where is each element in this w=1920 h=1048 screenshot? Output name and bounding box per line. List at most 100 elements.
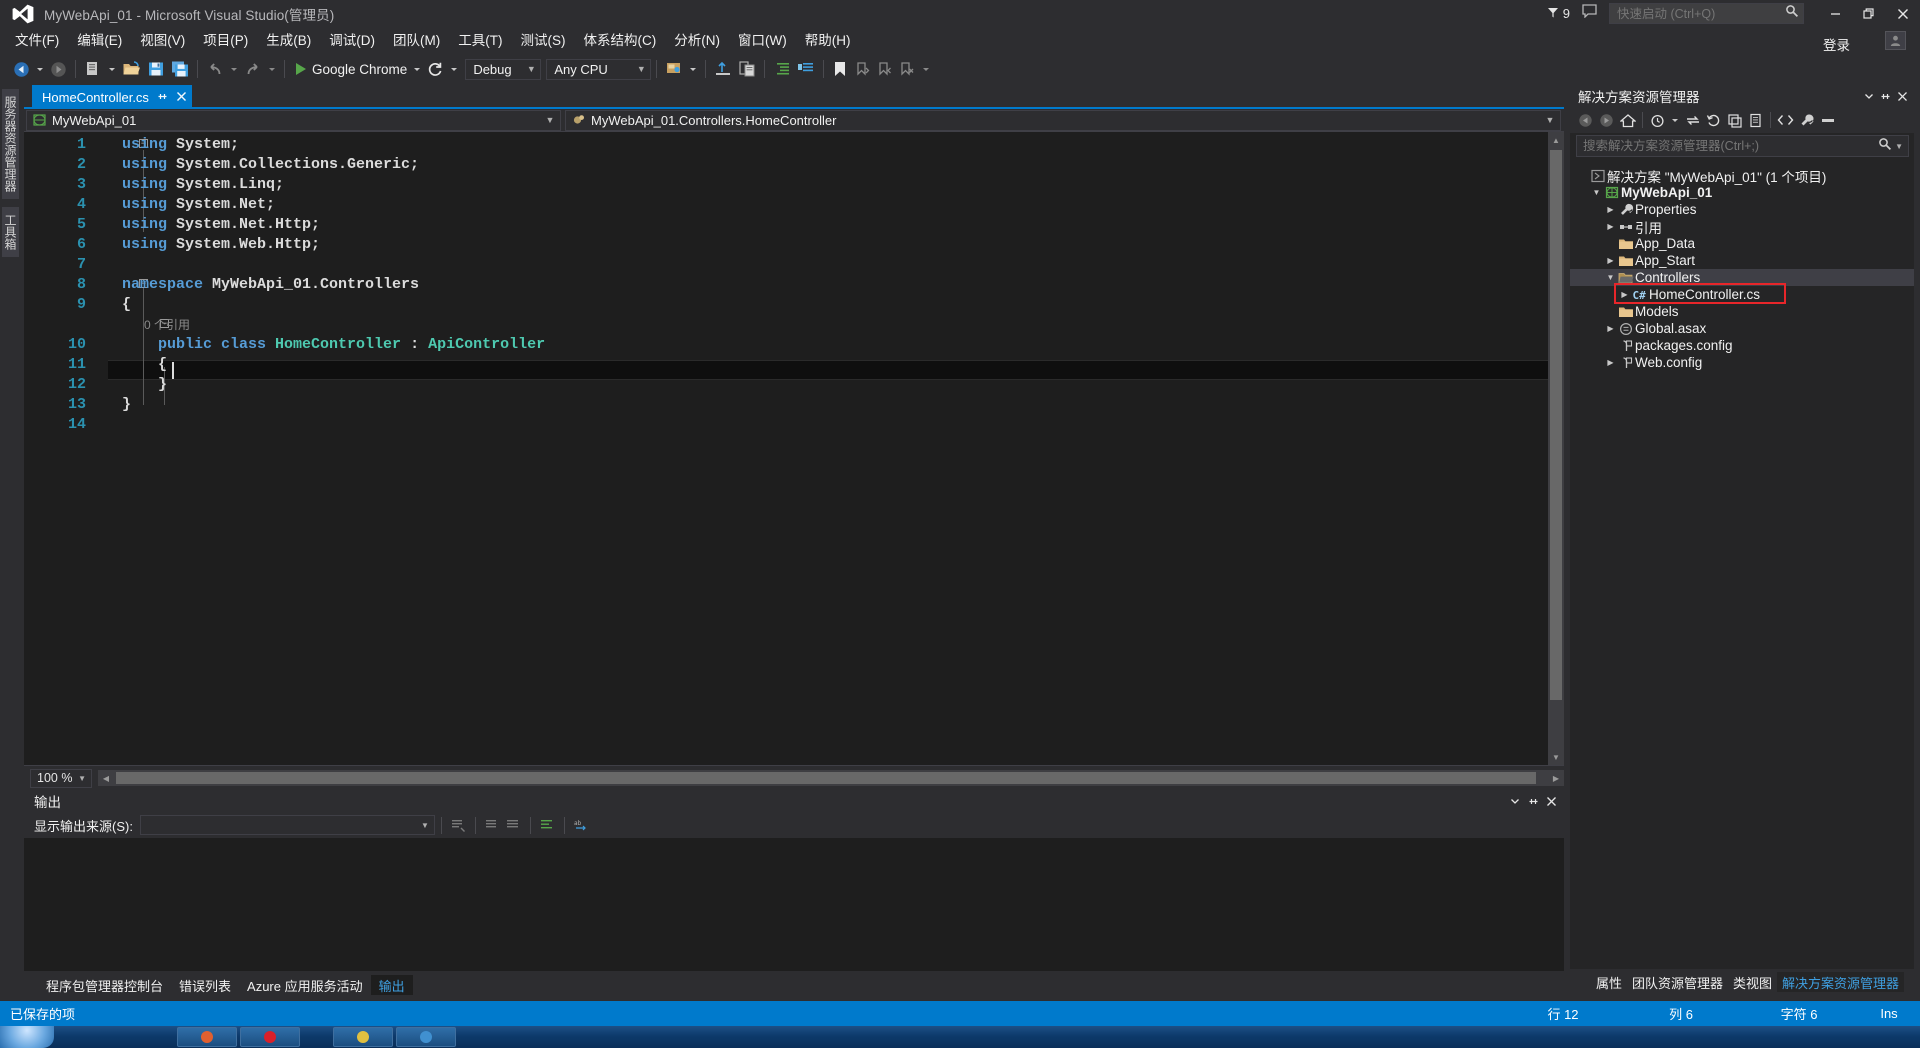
quick-launch-input[interactable] (1617, 6, 1785, 21)
preview-selected-items-icon[interactable] (1817, 110, 1838, 131)
feedback-icon[interactable] (1582, 4, 1597, 23)
code-lens-reference-count[interactable]: 0 个引用 (96, 315, 190, 335)
code-line[interactable]: 2 using System.Collections.Generic; (24, 155, 1564, 175)
expander-collapsed-icon[interactable]: ▶ (1618, 290, 1631, 299)
comment-selection-button[interactable] (735, 57, 759, 81)
bookmark-button[interactable] (829, 57, 851, 81)
open-file-button[interactable] (119, 57, 144, 81)
code-line[interactable]: 12 } (24, 375, 1564, 395)
code-line[interactable]: 1 using System; (24, 135, 1564, 155)
scroll-left-icon[interactable]: ◀ (98, 770, 114, 786)
tree-item-controllers[interactable]: ▼ Controllers (1570, 269, 1914, 286)
step-out-button[interactable] (711, 57, 735, 81)
clear-bookmarks-button[interactable] (895, 57, 917, 81)
expander-collapsed-icon[interactable]: ▶ (1604, 256, 1617, 265)
redo-button[interactable] (241, 57, 265, 81)
panel-tab-team-explorer[interactable]: 团队资源管理器 (1627, 972, 1728, 992)
output-tab-azure-activity[interactable]: Azure 应用服务活动 (239, 975, 371, 995)
menu-file[interactable]: 文件(F) (6, 28, 68, 53)
expander-collapsed-icon[interactable]: ▶ (1604, 205, 1617, 214)
scroll-right-icon[interactable]: ▶ (1548, 770, 1564, 786)
code-line[interactable]: 10 public class HomeController : ApiCont… (24, 335, 1564, 355)
previous-bookmark-button[interactable] (873, 57, 895, 81)
tree-item-models[interactable]: Models (1570, 303, 1914, 320)
output-close-icon[interactable] (1542, 791, 1560, 811)
save-button[interactable] (144, 57, 168, 81)
code-line[interactable]: 3 using System.Linq; (24, 175, 1564, 195)
menu-debug[interactable]: 调试(D) (320, 28, 384, 53)
solution-explorer-close-icon[interactable] (1894, 86, 1911, 106)
scroll-up-icon[interactable]: ▲ (1548, 132, 1564, 148)
pending-changes-dropdown-icon[interactable] (1672, 118, 1678, 122)
undo-button[interactable] (203, 57, 227, 81)
code-line[interactable]: 5 using System.Net.Http; (24, 215, 1564, 235)
menu-project[interactable]: 项目(P) (194, 28, 257, 53)
undo-dropdown-icon[interactable] (231, 67, 237, 71)
solution-tree[interactable]: 解决方案 "MyWebApi_01" (1 个项目) ▼ MyWebApi_01 ▶ P… (1570, 163, 1914, 969)
output-tab-output[interactable]: 输出 (370, 975, 413, 995)
platform-combo[interactable]: Any CPU ▼ (546, 58, 652, 80)
tree-item-global.asax[interactable]: ▶ Global.asax (1570, 320, 1914, 337)
panel-tab-solution-explorer[interactable]: 解决方案资源管理器 (1776, 972, 1904, 992)
restore-button[interactable] (1852, 0, 1886, 27)
solution-explorer-search-box[interactable]: ▼ (1576, 135, 1909, 157)
menu-test[interactable]: 测试(S) (512, 28, 575, 53)
menu-build[interactable]: 生成(B) (257, 28, 320, 53)
attach-dropdown-icon[interactable] (690, 67, 697, 71)
output-toggle-wordwrap-2-button[interactable]: ab (571, 815, 592, 836)
taskbar-app-3[interactable] (333, 1027, 393, 1047)
close-tab-icon[interactable] (176, 90, 187, 105)
tree-item-mywebapi_011[interactable]: 解决方案 "MyWebApi_01" (1 个项目) (1570, 167, 1914, 185)
menu-team[interactable]: 团队(M) (384, 28, 449, 53)
navigate-backward-dropdown-icon[interactable] (37, 67, 43, 71)
output-toggle-wordwrap-button[interactable] (537, 815, 558, 836)
output-text-area[interactable] (24, 838, 1564, 971)
next-bookmark-button[interactable] (851, 57, 873, 81)
view-code-icon[interactable] (1775, 110, 1796, 131)
code-line[interactable]: 9{ (24, 295, 1564, 315)
tree-item-app_data[interactable]: App_Data (1570, 235, 1914, 252)
output-clear-all-button[interactable] (482, 815, 503, 836)
redo-dropdown-icon[interactable] (269, 67, 275, 71)
code-line[interactable]: 13} (24, 395, 1564, 415)
code-line[interactable]: 6 using System.Web.Http; (24, 235, 1564, 255)
code-line[interactable]: 8 namespace MyWebApi_01.Controllers (24, 275, 1564, 295)
pending-changes-icon[interactable] (1647, 110, 1668, 131)
decrease-indent-button[interactable] (794, 57, 818, 81)
menu-view[interactable]: 视图(V) (131, 28, 194, 53)
menu-analyze[interactable]: 分析(N) (665, 28, 729, 53)
tree-item-homecontroller.cs[interactable]: ▶ C# HomeController.cs (1570, 286, 1914, 303)
output-find-message-button[interactable] (448, 815, 469, 836)
new-project-button[interactable] (81, 57, 105, 81)
code-line[interactable]: 4 using System.Net; (24, 195, 1564, 215)
search-icon-solution[interactable] (1878, 137, 1892, 156)
refresh-icon[interactable] (1703, 110, 1724, 131)
solution-explorer-pin-icon[interactable] (1877, 86, 1894, 106)
code-editor-surface[interactable]: − − − 1 using System; 2 using System.Collec… (24, 132, 1564, 765)
navigate-forward-button[interactable] (47, 57, 70, 81)
tree-item-[interactable]: ▶ 引用 (1570, 218, 1914, 236)
output-source-combo[interactable]: ▼ (139, 815, 435, 835)
expander-collapsed-icon[interactable]: ▶ (1604, 222, 1617, 231)
expander-expanded-icon[interactable]: ▼ (1604, 273, 1617, 282)
configuration-combo[interactable]: Debug ▼ (465, 58, 542, 80)
vtab-server-explorer[interactable]: 服务器资源管理器 (2, 89, 19, 199)
taskbar-app-1[interactable] (177, 1027, 237, 1047)
project-scope-combo[interactable]: MyWebApi_01 ▼ (26, 109, 561, 131)
output-goto-message-button[interactable] (503, 815, 524, 836)
menu-window[interactable]: 窗口(W) (729, 28, 796, 53)
code-line[interactable]: 7 (24, 255, 1564, 275)
tree-item-app_start[interactable]: ▶ App_Start (1570, 252, 1914, 269)
editor-vscroll-thumb[interactable] (1550, 150, 1562, 700)
tree-item-web.config[interactable]: ▶ Web.config (1570, 354, 1914, 371)
close-button[interactable] (1886, 0, 1920, 27)
editor-vertical-scrollbar[interactable]: ▲ ▼ (1548, 132, 1564, 765)
code-line[interactable]: 14 (24, 415, 1564, 435)
navigate-back-icon[interactable] (1575, 110, 1596, 131)
expander-expanded-icon[interactable]: ▼ (1590, 188, 1603, 197)
avatar[interactable] (1885, 31, 1906, 50)
taskbar-app-2[interactable] (240, 1027, 300, 1047)
output-tab-package-manager[interactable]: 程序包管理器控制台 (38, 975, 171, 995)
start-debug-button[interactable]: Google Chrome (290, 57, 410, 81)
refresh-button[interactable] (424, 57, 447, 81)
